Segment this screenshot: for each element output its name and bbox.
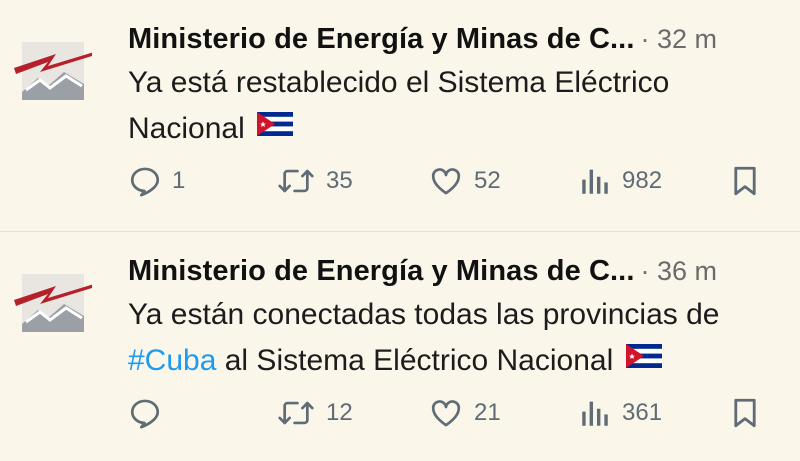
reply-icon	[128, 164, 162, 198]
retweet-count: 12	[326, 399, 353, 426]
views-icon	[578, 396, 612, 430]
ministry-logo-avatar[interactable]	[12, 32, 92, 108]
like-icon	[428, 164, 464, 198]
cuba-flag-icon	[257, 104, 294, 150]
bookmark-button[interactable]	[728, 158, 762, 204]
like-button[interactable]: 52	[428, 158, 501, 204]
views-button[interactable]: 361	[578, 390, 662, 436]
retweet-button[interactable]: 35	[276, 158, 353, 204]
tweet-1[interactable]: Ministerio de Energía y Minas de C... · …	[0, 0, 800, 231]
author-name[interactable]: Ministerio de Energía y Minas de C...	[128, 23, 634, 56]
tweet-actions: 12 21 361	[128, 390, 778, 436]
like-count: 21	[474, 399, 501, 426]
bookmark-icon	[728, 164, 762, 198]
view-count: 361	[622, 399, 663, 426]
tweet-header: Ministerio de Energía y Minas de C... · …	[128, 250, 790, 292]
author-name[interactable]: Ministerio de Energía y Minas de C...	[128, 255, 634, 288]
retweet-count: 35	[326, 167, 353, 194]
timestamp[interactable]: · 32 m	[640, 24, 717, 55]
bookmark-icon	[728, 396, 762, 430]
bookmark-button[interactable]	[728, 390, 762, 436]
retweet-icon	[276, 396, 316, 430]
views-icon	[578, 164, 612, 198]
tweet-body-start: Ya están conectadas todas las provincias…	[128, 298, 720, 331]
tweet-actions: 1 35 52 982	[128, 158, 778, 204]
like-count: 52	[474, 167, 501, 194]
views-button[interactable]: 982	[578, 158, 662, 204]
retweet-icon	[276, 164, 316, 198]
timestamp[interactable]: · 36 m	[640, 256, 717, 287]
tweet-body-end: al Sistema Eléctrico Nacional	[224, 344, 614, 377]
ministry-logo-avatar[interactable]	[12, 264, 92, 340]
view-count: 982	[622, 167, 663, 194]
reply-button[interactable]	[128, 390, 172, 436]
retweet-button[interactable]: 12	[276, 390, 353, 436]
tweet-body: Ya está restablecido el Sistema Eléctric…	[128, 66, 670, 145]
reply-button[interactable]: 1	[128, 158, 185, 204]
tweet-text: Ya están conectadas todas las provincias…	[128, 292, 794, 385]
like-button[interactable]: 21	[428, 390, 501, 436]
tweet-2[interactable]: Ministerio de Energía y Minas de C... · …	[0, 232, 800, 461]
like-icon	[428, 396, 464, 430]
tweet-text: Ya está restablecido el Sistema Eléctric…	[128, 60, 794, 153]
hashtag-link[interactable]: #Cuba	[128, 344, 216, 377]
tweet-header: Ministerio de Energía y Minas de C... · …	[128, 18, 790, 60]
reply-icon	[128, 396, 162, 430]
reply-count: 1	[172, 167, 186, 194]
cuba-flag-icon	[625, 336, 662, 382]
